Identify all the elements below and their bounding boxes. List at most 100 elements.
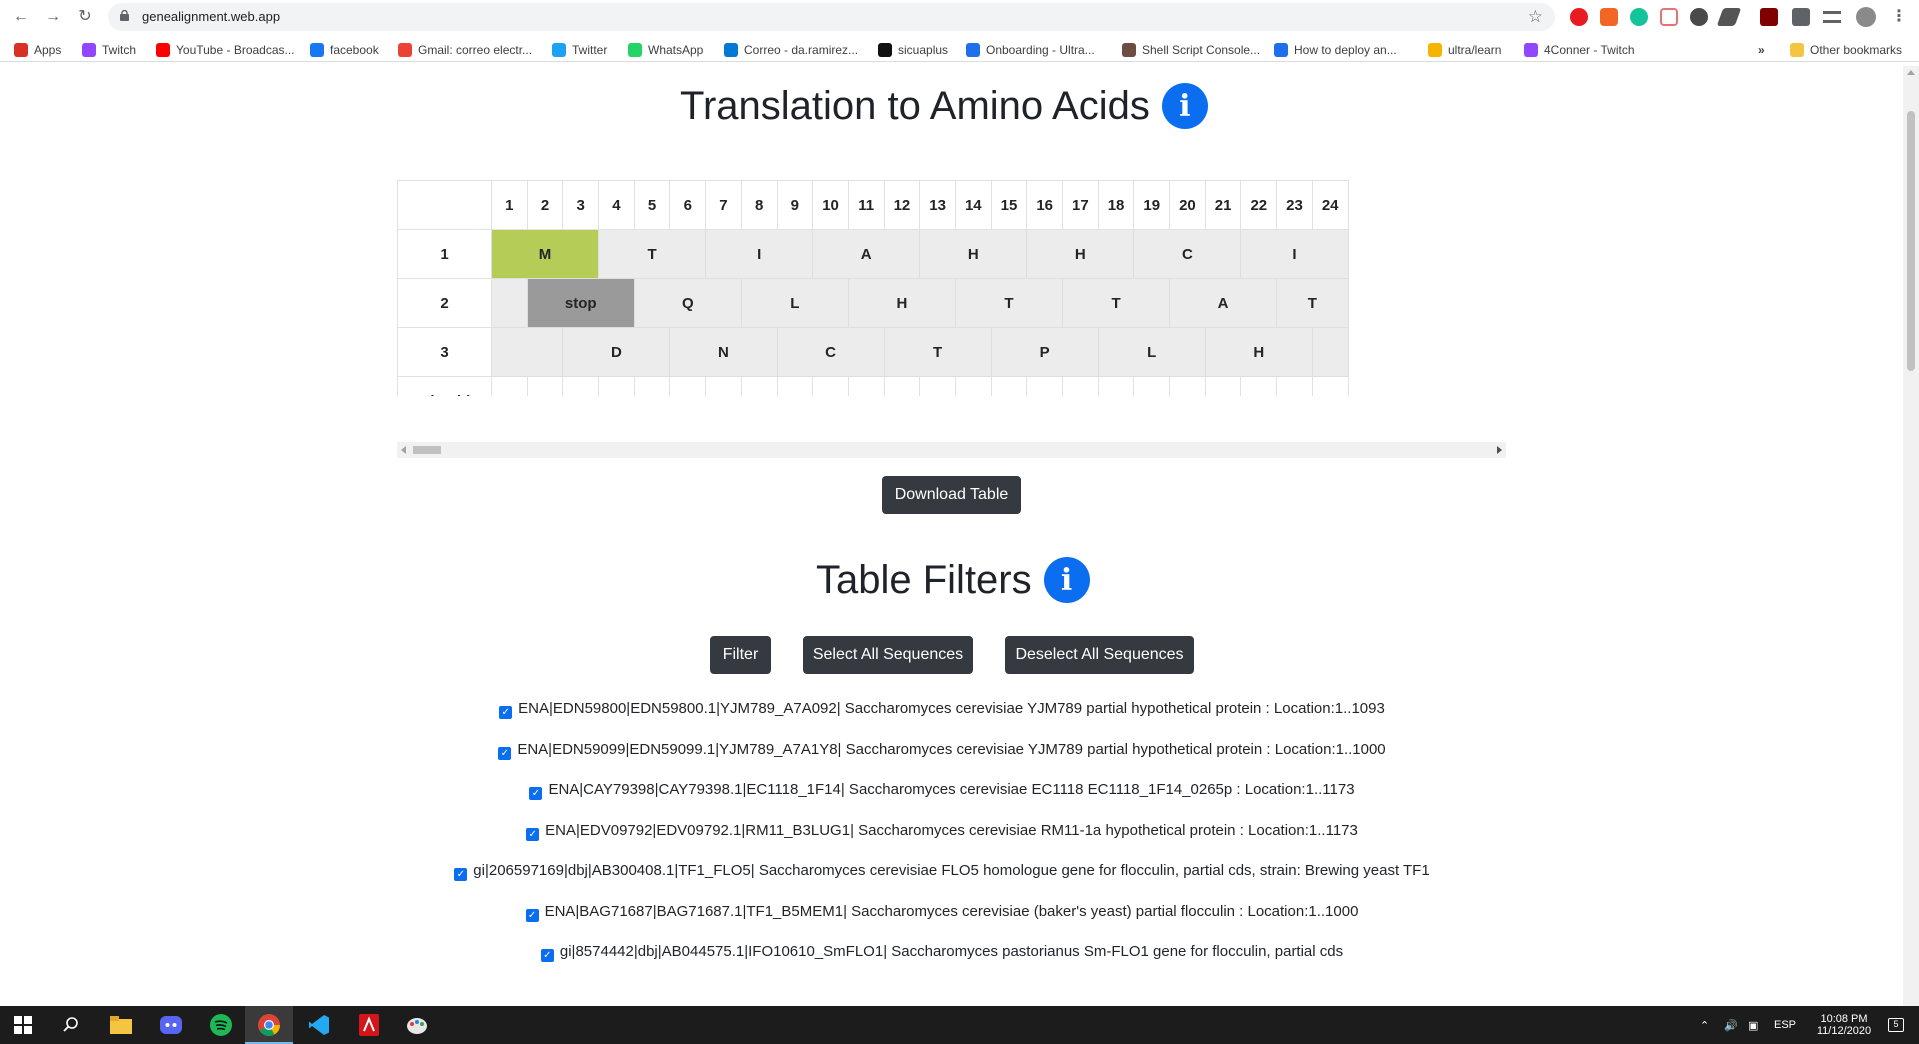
extension-pen-icon[interactable] [1716,8,1742,26]
ultra-icon [1428,43,1442,57]
page-vertical-scrollbar[interactable] [1903,66,1919,1006]
bookmark-star-icon[interactable]: ☆ [1528,7,1543,27]
address-bar[interactable]: genealignment.web.app ☆ [108,3,1555,31]
amino-acid-cell: H [919,229,1028,279]
reload-icon[interactable]: ↻ [74,6,96,28]
page-content: Translation to Amino Acids i 1 2 3 4 5 6 7 8 9 10… [0,66,1903,1006]
bookmark-outlook[interactable]: Correo - da.ramirez... [724,41,858,59]
sequence-list-item[interactable]: ✓ ENA|EDV09792|EDV09792.1|RM11_B3LUG1| Sa… [397,822,1487,841]
amino-acid-cell: L [1097,327,1206,377]
sequence-list-item[interactable]: ✓ ENA|EDN59800|EDN59800.1|YJM789_A7A092| … [397,700,1487,719]
back-arrow-icon[interactable]: ← [10,6,32,28]
windows-start-icon[interactable] [10,1012,36,1038]
language-indicator[interactable]: ESP [1774,1006,1796,1044]
amino-acid-cell: H [1026,229,1135,279]
search-icon[interactable] [58,1012,84,1038]
scroll-up-arrow-icon[interactable] [1907,70,1915,75]
bookmark-deploy[interactable]: How to deploy an... [1274,41,1397,59]
amino-acid-cell-start: M [490,229,600,279]
sequence-list-item[interactable]: ✓ ENA|EDN59099|EDN59099.1|YJM789_A7A1Y8| … [397,741,1487,760]
notification-center[interactable]: 5 [1882,1006,1910,1044]
amino-acid-cell: T [598,229,707,279]
ublock-icon[interactable] [1760,8,1778,26]
scrollbar-thumb[interactable] [413,446,441,454]
profile-avatar[interactable] [1856,7,1876,27]
sequence-list-item[interactable]: ✓ gi|206597169|dbj|AB300408.1|TF1_FLO5| S… [397,862,1487,881]
sequence-list-item[interactable]: ✓ ENA|BAG71687|BAG71687.1|TF1_B5MEM1| Sac… [397,903,1487,922]
bookmark-twitch[interactable]: Twitch [82,41,136,59]
sequence-label: ENA|BAG71687|BAG71687.1|TF1_B5MEM1| Sacc… [544,902,1359,920]
bookmark-sicuaplus[interactable]: sicuaplus [878,41,948,59]
other-bookmarks[interactable]: Other bookmarks [1790,41,1902,59]
menu-kebab-icon[interactable]: ⋮ [1888,6,1910,28]
bookmark-ultra-learn[interactable]: ultra/learn [1428,41,1501,59]
sequence-checkbox[interactable]: ✓ [499,706,513,719]
extension-orange-icon[interactable] [1600,8,1618,26]
sequence-list-item[interactable]: ✓ ENA|CAY79398|CAY79398.1|EC1118_1F14| Sa… [397,781,1487,800]
tray-overflow-chevron-icon[interactable]: ⌃ [1700,1006,1709,1044]
sequence-list-item[interactable]: ✓ gi|8574442|dbj|AB044575.1|IFO10610_SmFL… [397,943,1487,962]
bookmark-4conner[interactable]: 4Conner - Twitch [1524,41,1635,59]
deselect-all-sequences-button[interactable]: Deselect All Sequences [1005,636,1194,674]
select-all-sequences-button[interactable]: Select All Sequences [803,636,973,674]
nucleotide-cell: T [526,376,564,396]
translation-info-icon[interactable]: i [1161,83,1208,129]
column-header: 14 [954,180,992,230]
nucleotide-cell: C [919,376,956,396]
bookmark-onboarding[interactable]: Onboarding - Ultra... [966,41,1095,59]
bookmark-shell-script[interactable]: Shell Script Console... [1122,41,1260,59]
sequence-list[interactable]: ✓ ENA|EDN59800|EDN59800.1|YJM789_A7A092| … [397,690,1506,1006]
discord-icon[interactable] [158,1012,184,1038]
scroll-right-arrow-icon[interactable] [1497,446,1502,454]
column-header: 22 [1240,180,1278,230]
grammarly-icon[interactable] [1630,8,1648,26]
nucleotide-cell: C [1097,376,1135,396]
scrollbar-thumb[interactable] [1907,111,1915,371]
facebook-icon [310,43,324,57]
column-header: 20 [1169,180,1206,230]
bookmarks-overflow-chevron[interactable]: » [1758,41,1765,59]
bookmark-apps[interactable]: Apps [14,41,61,59]
frame-label: 2 [397,278,492,328]
vscode-icon[interactable] [306,1012,332,1038]
download-table-button[interactable]: Download Table [882,476,1021,514]
filter-button[interactable]: Filter [710,636,771,674]
bookmark-youtube[interactable]: YouTube - Broadcas... [156,41,295,59]
dark-mode-icon[interactable] [1690,8,1708,26]
sequence-checkbox[interactable]: ✓ [525,908,539,922]
reading-list-icon[interactable] [1823,11,1841,23]
sequence-label: gi|206597169|dbj|AB300408.1|TF1_FLO5| Sa… [473,862,1430,879]
forward-arrow-icon[interactable]: → [42,6,64,28]
extension-red-outline-icon[interactable] [1660,8,1678,26]
nucleotide-cell: C [633,376,671,396]
acrobat-icon[interactable] [356,1012,382,1038]
network-icon[interactable]: ▣ [1748,1006,1758,1044]
bookmark-facebook[interactable]: facebook [310,41,379,59]
bookmark-whatsapp[interactable]: WhatsApp [628,41,703,59]
youtube-icon [156,43,170,57]
column-header: 17 [1062,180,1099,230]
opera-icon[interactable] [1570,8,1588,26]
translation-table-container[interactable]: 1 2 3 4 5 6 7 8 9 10 11 12 13 14 15 16 17 18 19 20 21 22 23 24 1… [397,180,1506,396]
paint-app-icon[interactable] [404,1012,430,1038]
sequence-checkbox[interactable]: ✓ [540,949,554,962]
amino-acid-cell: C [776,327,885,377]
file-explorer-icon[interactable] [108,1012,134,1038]
chrome-icon[interactable] [256,1012,282,1038]
bookmark-twitter[interactable]: Twitter [552,41,607,59]
sequence-label: ENA|CAY79398|CAY79398.1|EC1118_1F14| Sac… [548,781,1355,798]
scroll-left-arrow-icon[interactable] [401,446,406,454]
spotify-icon[interactable] [208,1012,234,1038]
sequence-checkbox[interactable]: ✓ [498,746,512,760]
volume-icon[interactable]: 🔊 [1724,1006,1738,1044]
sequence-checkbox[interactable]: ✓ [454,868,468,881]
extensions-puzzle-icon[interactable] [1792,8,1810,26]
table-horizontal-scrollbar[interactable] [397,442,1506,458]
bookmark-gmail[interactable]: Gmail: correo electr... [398,41,532,59]
clock[interactable]: 10:08 PM 11/12/2020 [1806,1006,1882,1044]
sequence-checkbox[interactable]: ✓ [526,827,540,841]
sequence-checkbox[interactable]: ✓ [529,787,543,800]
filters-info-icon[interactable]: i [1043,557,1090,603]
nucleotide-cell: A [598,376,635,396]
amino-acid-cell: I [705,229,814,279]
